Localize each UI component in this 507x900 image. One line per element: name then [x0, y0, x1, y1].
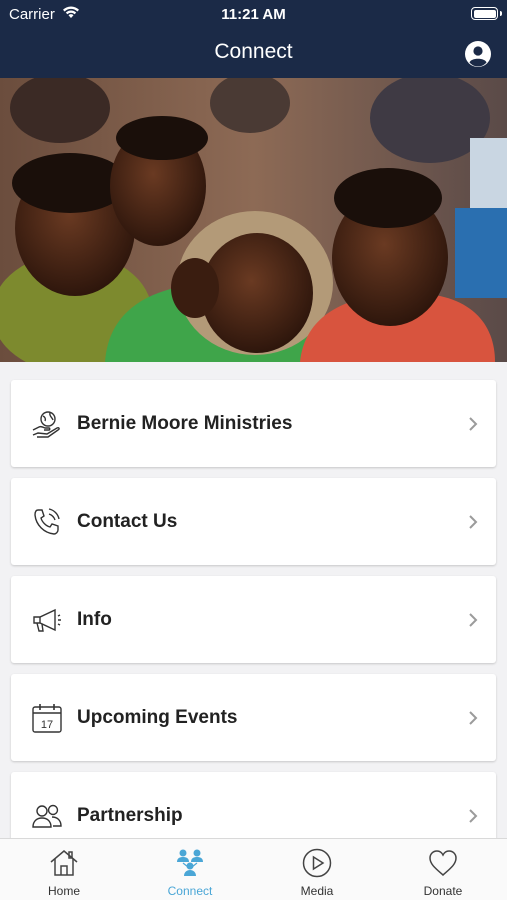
menu-item-contact-us[interactable]: Contact Us [11, 478, 496, 565]
tab-connect[interactable]: Connect [127, 839, 253, 900]
menu-item-label: Upcoming Events [77, 707, 238, 728]
globe-hand-icon [32, 411, 60, 438]
chevron-right-icon [469, 417, 478, 431]
megaphone-icon [33, 608, 61, 632]
tab-home[interactable]: Home [1, 839, 127, 900]
chevron-right-icon [469, 809, 478, 823]
tab-media[interactable]: Media [254, 839, 380, 900]
status-bar: Carrier 11:21 AM [0, 0, 507, 28]
chevron-right-icon [469, 613, 478, 627]
menu-item-bernie-moore-ministries[interactable]: Bernie Moore Ministries [11, 380, 496, 467]
tab-label: Media [300, 884, 334, 898]
home-icon [50, 850, 78, 876]
calendar-day-label: 17 [41, 719, 53, 731]
tab-label: Donate [423, 884, 463, 898]
menu-item-info[interactable]: Info [11, 576, 496, 663]
menu-item-upcoming-events[interactable]: 17 Upcoming Events [11, 674, 496, 761]
connect-icon [177, 849, 203, 876]
play-icon [302, 848, 332, 878]
tab-bar: Home Connect Media Donate [0, 838, 507, 900]
hero-image [0, 78, 507, 362]
clock: 11:21 AM [221, 6, 286, 23]
menu-item-partnership[interactable]: Partnership [11, 772, 496, 838]
people-icon [32, 804, 62, 828]
tab-label: Connect [167, 884, 213, 898]
children-photo [0, 78, 507, 362]
tab-label: Home [47, 884, 80, 898]
menu-item-label: Partnership [77, 805, 183, 826]
navigation-bar: Connect [0, 28, 507, 78]
page-title: Connect [214, 40, 293, 63]
battery-icon [471, 7, 502, 20]
menu-item-label: Bernie Moore Ministries [77, 413, 293, 434]
heart-icon [429, 850, 457, 876]
chevron-right-icon [469, 711, 478, 725]
menu-item-label: Info [77, 609, 112, 630]
chevron-right-icon [469, 515, 478, 529]
profile-icon[interactable] [464, 40, 492, 68]
menu-item-label: Contact Us [77, 511, 178, 532]
phone-icon [34, 508, 60, 535]
connect-menu: Bernie Moore Ministries Contact Us Info … [0, 362, 507, 838]
calendar-icon: 17 [32, 704, 62, 733]
tab-donate[interactable]: Donate [380, 839, 506, 900]
